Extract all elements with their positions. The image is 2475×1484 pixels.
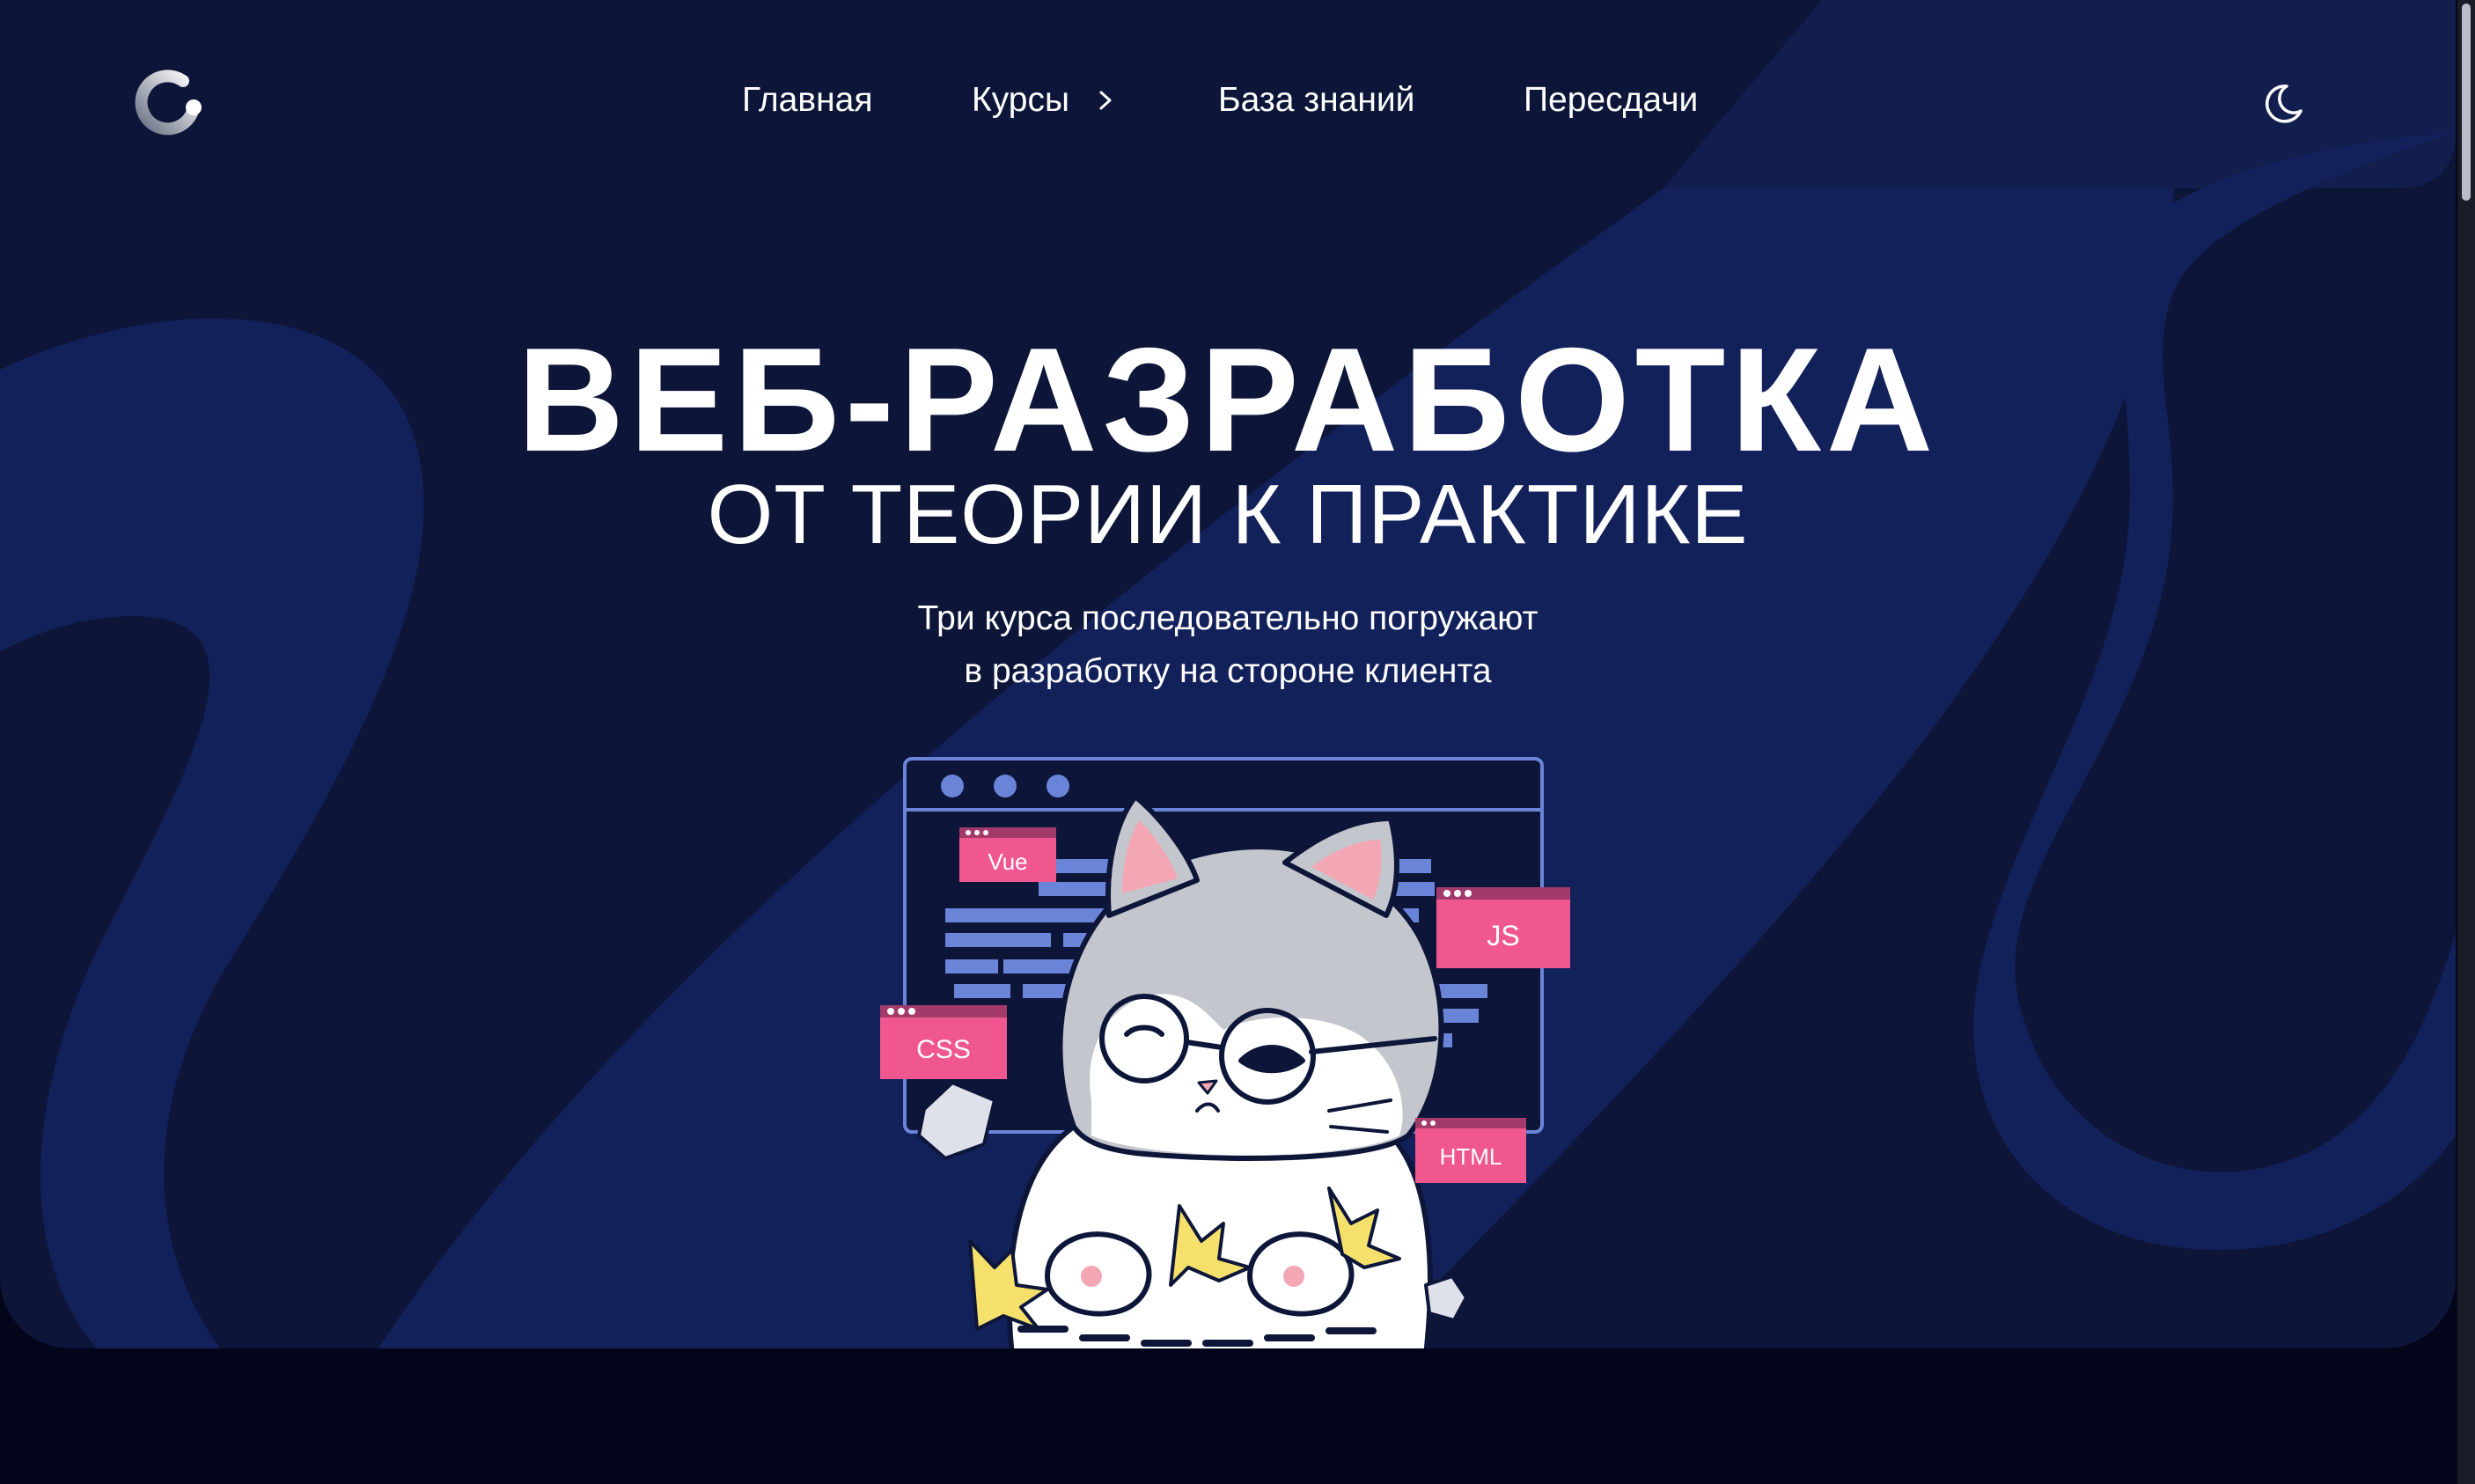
html-tag: HTML [1415,1118,1526,1183]
scrollbar-track[interactable] [2457,0,2475,1484]
vue-tag: Vue [959,827,1056,882]
cat-coder-illustration: Vue JS CSS HTML [880,757,1570,1348]
nav-item-home[interactable]: Главная [742,76,872,125]
main-nav: Главная Курсы База знаний Пересдачи [0,76,2456,129]
nav-item-retakes-label: Пересдачи [1524,81,1699,119]
nav-item-courses[interactable]: Курсы [972,76,1116,125]
css-tag-label: CSS [916,1035,971,1064]
css-tag: CSS [880,1005,1007,1079]
vue-tag-label: Vue [988,849,1027,875]
hero-section: Главная Курсы База знаний Пересдачи ВЕБ-… [0,0,2456,1348]
page-subtitle: ОТ ТЕОРИИ К ПРАКТИКЕ [707,467,1749,562]
nav-item-knowledge-base[interactable]: База знаний [1218,76,1414,125]
page: Главная Курсы База знаний Пересдачи ВЕБ-… [0,0,2475,1484]
nav-item-home-label: Главная [742,81,873,119]
hero-description: Три курса последовательно погружают в ра… [0,592,2456,698]
nav-item-knowledge-base-label: База знаний [1218,81,1415,119]
moon-icon[interactable] [2260,81,2306,127]
page-title: ВЕБ-РАЗРАБОТКА [517,317,1939,482]
hero-description-line-1: Три курса последовательно погружают [917,599,1539,637]
js-tag: JS [1436,887,1570,968]
js-tag-label: JS [1487,920,1519,951]
nav-item-courses-label: Курсы [972,81,1070,119]
chevron-right-icon [1099,91,1112,110]
nav-item-retakes[interactable]: Пересдачи [1524,76,1698,125]
hero-description-line-2: в разработку на стороне клиента [964,652,1492,690]
html-tag-label: HTML [1440,1143,1502,1170]
scrollbar-thumb[interactable] [2462,4,2471,201]
